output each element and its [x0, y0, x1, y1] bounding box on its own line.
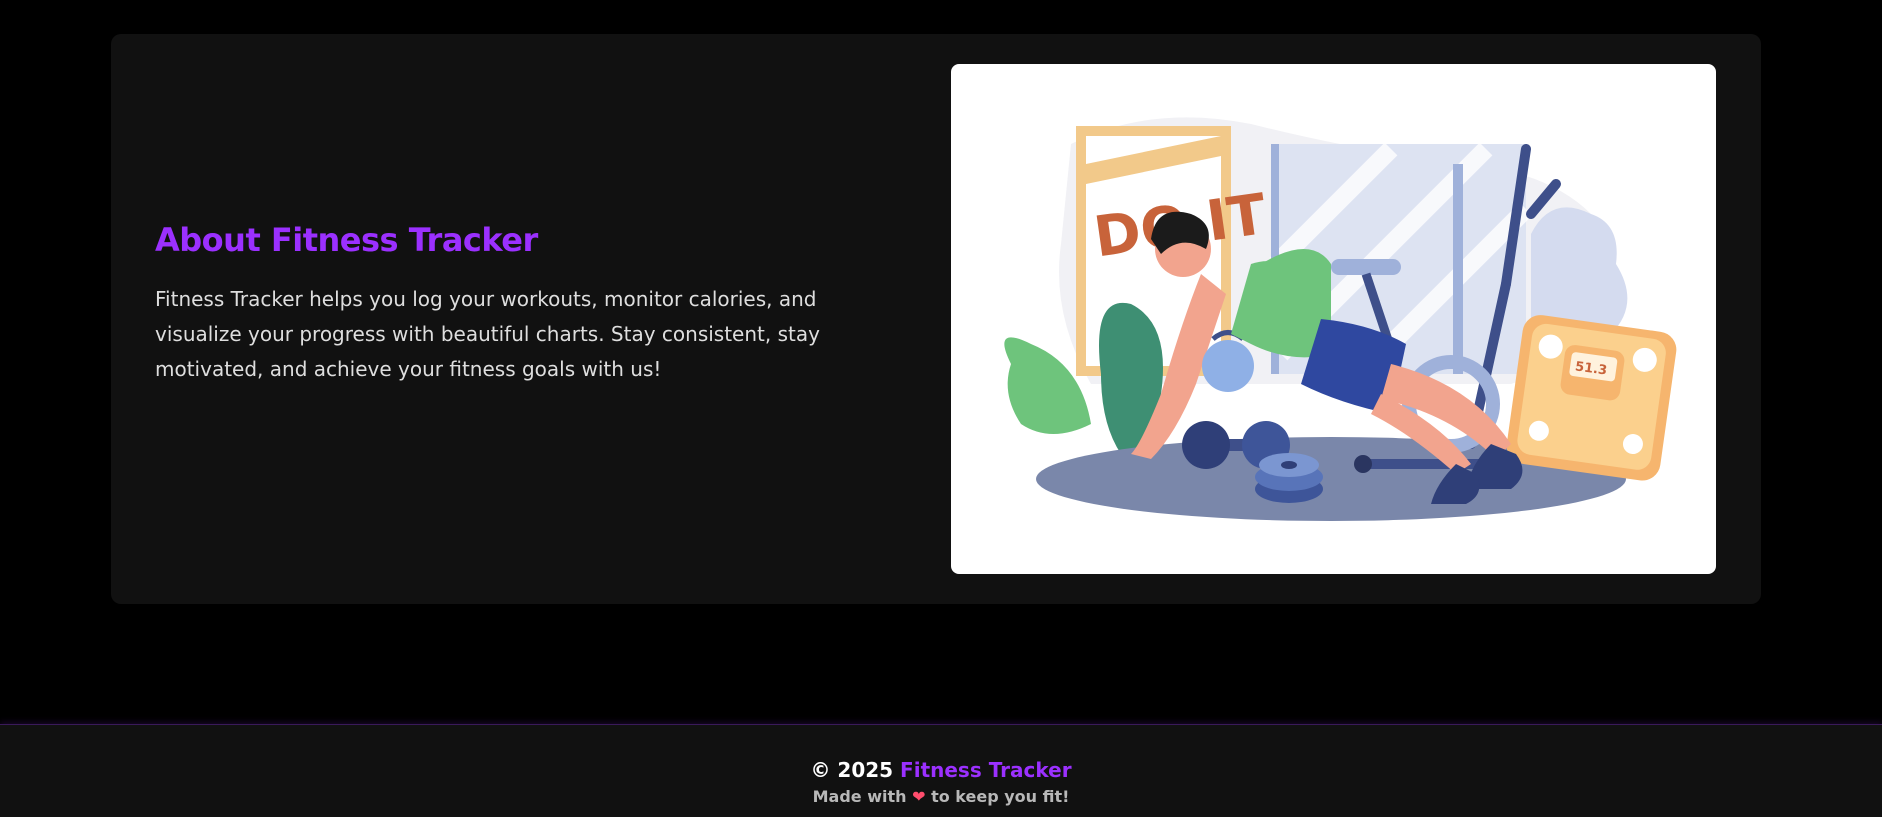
tagline-text: to keep you fit!: [931, 787, 1070, 806]
copyright-text: © 2025: [810, 758, 894, 782]
about-section: About Fitness Tracker Fitness Tracker he…: [111, 34, 1761, 604]
footer-copyright-line: © 2025 Fitness Tracker: [0, 757, 1882, 783]
heart-icon: ❤: [912, 787, 926, 806]
weight-plates: [1255, 453, 1323, 503]
about-text-block: About Fitness Tracker Fitness Tracker he…: [155, 220, 895, 387]
fitness-illustration-svg: DO IT 51.3: [1004, 117, 1677, 521]
fitness-illustration: DO IT 51.3: [951, 64, 1716, 574]
about-description: Fitness Tracker helps you log your worko…: [155, 287, 820, 381]
about-title: About Fitness Tracker: [155, 221, 538, 259]
bathroom-scale: 51.3: [1506, 315, 1677, 481]
made-with-text: Made with: [812, 787, 907, 806]
footer: © 2025 Fitness Tracker Made with ❤ to ke…: [0, 724, 1882, 817]
page: About Fitness Tracker Fitness Tracker he…: [0, 0, 1882, 817]
footer-tagline-line: Made with ❤ to keep you fit!: [0, 787, 1882, 807]
footer-brand: Fitness Tracker: [900, 758, 1072, 782]
